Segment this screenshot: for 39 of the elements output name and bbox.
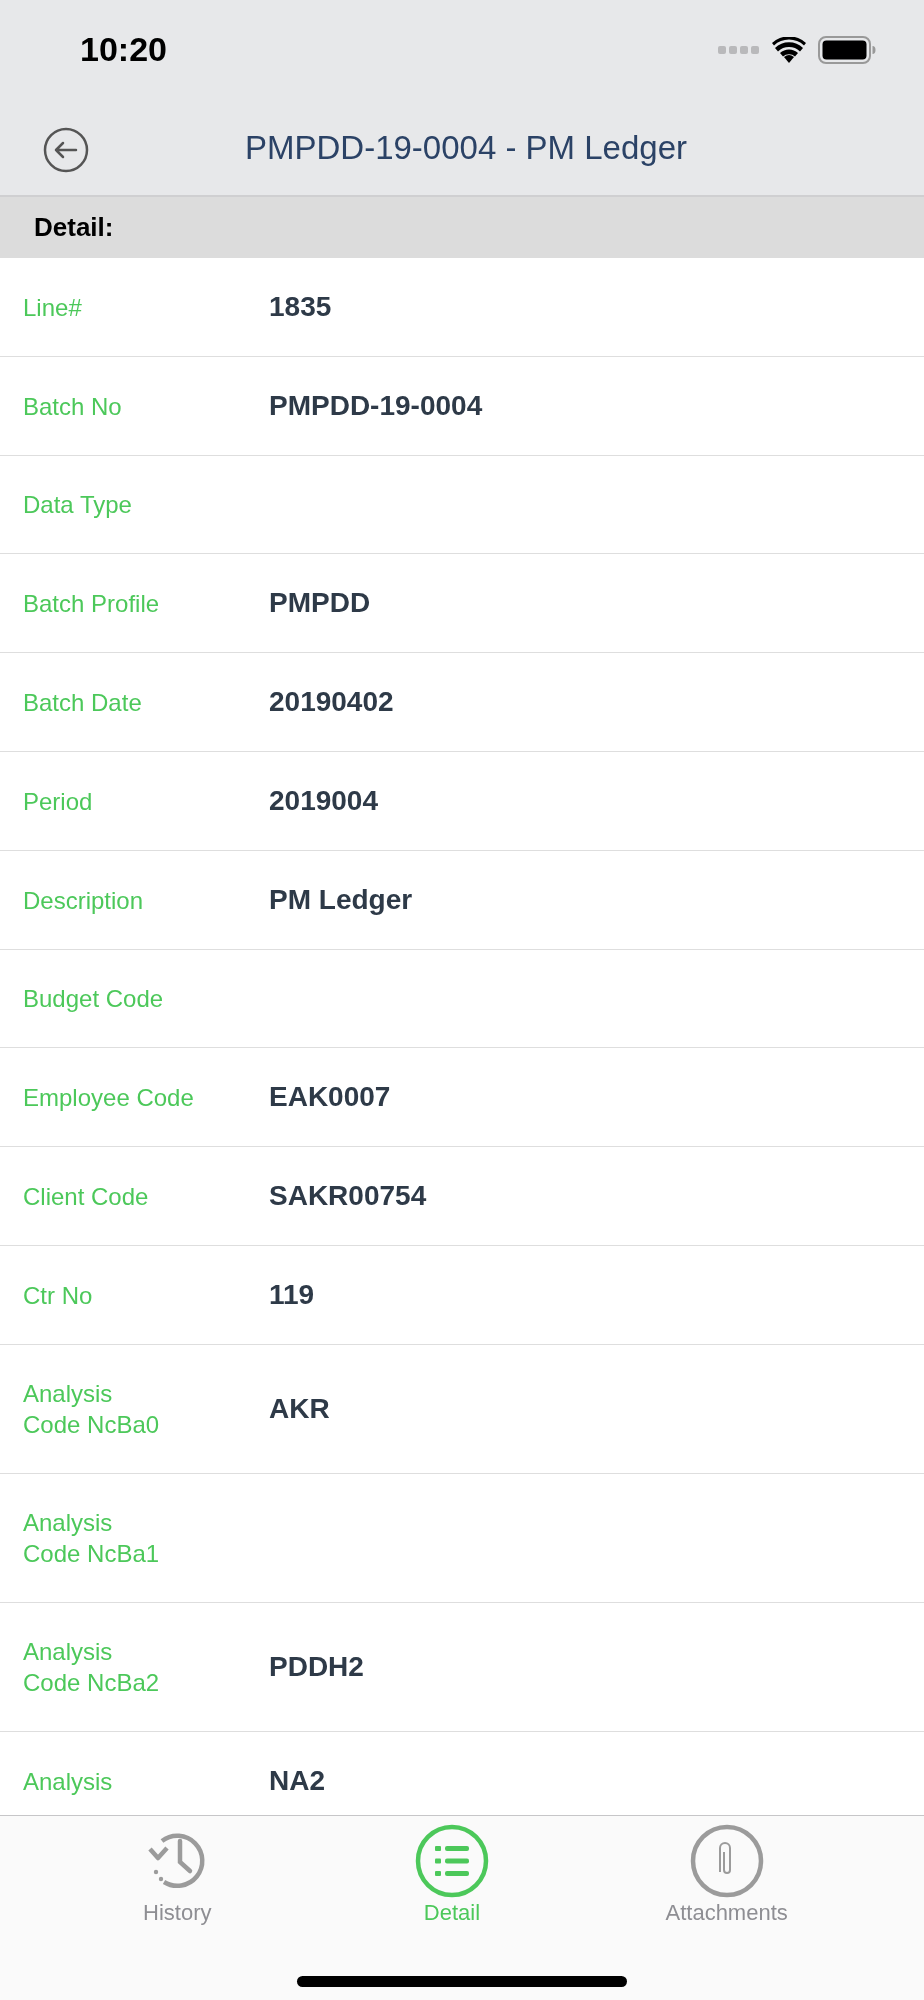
field-label: Data Type xyxy=(23,490,132,520)
field-label: Budget Code xyxy=(23,984,164,1014)
field-label: Batch Date xyxy=(23,687,142,718)
back-button[interactable] xyxy=(43,127,89,173)
list-icon xyxy=(415,1824,489,1898)
clock-time: 10:20 xyxy=(80,29,167,70)
battery-icon xyxy=(818,36,876,64)
field-value: 119 xyxy=(269,1279,315,1311)
field-label: Employee Code xyxy=(23,1082,194,1113)
tab[interactable]: Attachments xyxy=(616,1824,837,1926)
signal-icon xyxy=(718,45,760,55)
field-label: Client Code xyxy=(23,1181,149,1212)
field-value: PMPDD xyxy=(269,587,371,619)
tab[interactable]: History xyxy=(67,1824,288,1926)
field-label: Analysis Code NcBa1 xyxy=(23,1508,161,1569)
field-value: SAKR00754 xyxy=(269,1180,427,1212)
field-label: Analysis Code NcBa0 xyxy=(23,1379,161,1440)
field-value: EAK0007 xyxy=(269,1081,391,1113)
field-label: Period xyxy=(23,786,93,817)
field-label: Description xyxy=(23,885,144,916)
field-value: 20190402 xyxy=(269,686,394,718)
field-value: PDDH2 xyxy=(269,1651,364,1683)
tab[interactable]: Detail xyxy=(342,1824,562,1926)
field-value: PMPDD-19-0004 xyxy=(269,390,483,422)
paperclip-icon xyxy=(689,1824,764,1898)
field-value: PM Ledger xyxy=(269,884,413,916)
field-value: NA2 xyxy=(269,1765,325,1797)
field-label: Analysis xyxy=(23,1766,113,1797)
field-label: Batch No xyxy=(23,391,122,422)
field-label: Batch Profile xyxy=(23,588,160,619)
field-label: Analysis Code NcBa2 xyxy=(23,1637,161,1698)
field-label: Ctr No xyxy=(23,1280,93,1311)
field-value: AKR xyxy=(269,1393,330,1425)
field-value: 1835 xyxy=(269,291,332,323)
wifi-icon xyxy=(772,37,806,63)
screen-title: PMPDD-19-0004 - PM Ledger xyxy=(245,128,687,167)
field-label: Line# xyxy=(23,292,82,323)
section-header: Detail: xyxy=(0,197,924,258)
field-value: 2019004 xyxy=(269,785,378,817)
